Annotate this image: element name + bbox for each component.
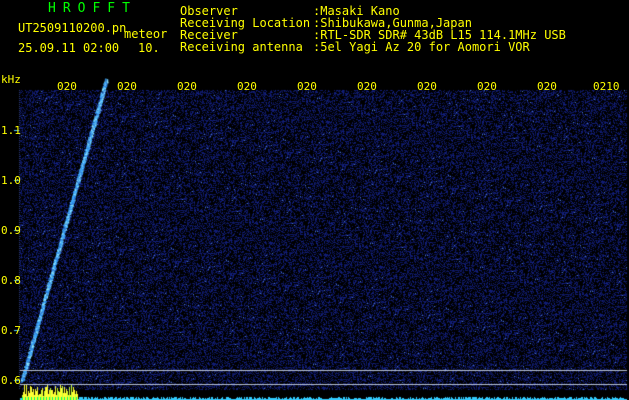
- x-tick-label: 020: [537, 80, 557, 93]
- antenna-label: Receiving antenna: [180, 40, 303, 54]
- y-tick-label: 0.7: [1, 324, 21, 337]
- y-tick-label: 0.8: [1, 274, 21, 287]
- brand-title: HROFFT: [48, 1, 137, 16]
- x-tick-label: 020: [57, 80, 77, 93]
- y-tick-label: 1.1: [1, 124, 21, 137]
- detection-tag: meteor: [124, 27, 168, 41]
- y-tick-label: 1.0: [1, 174, 21, 187]
- antenna-value: :5el Yagi Az 20 for Aomori VOR: [313, 40, 530, 54]
- y-tick-label: 0.6: [1, 374, 21, 387]
- y-tick-label: 0.9: [1, 224, 21, 237]
- x-tick-label: 020: [477, 80, 497, 93]
- x-tick-label: 020: [237, 80, 257, 93]
- header-panel: HROFFT UT2509110200.pn meteor 25.09.11 0…: [0, 0, 629, 78]
- date-time: 25.09.11 02:00: [18, 41, 120, 55]
- x-tick-label: 020: [417, 80, 437, 93]
- x-tick-label: 020: [177, 80, 197, 93]
- x-tick-label: 020: [297, 80, 317, 93]
- spectrogram-canvas: [0, 78, 629, 400]
- y-axis-unit: kHz: [1, 73, 21, 86]
- duration: 10.: [138, 41, 160, 55]
- x-tick-label: 0210: [593, 80, 620, 93]
- x-tick-label: 020: [357, 80, 377, 93]
- x-tick-label: 020: [117, 80, 137, 93]
- file-name: UT2509110200.pn: [18, 21, 127, 35]
